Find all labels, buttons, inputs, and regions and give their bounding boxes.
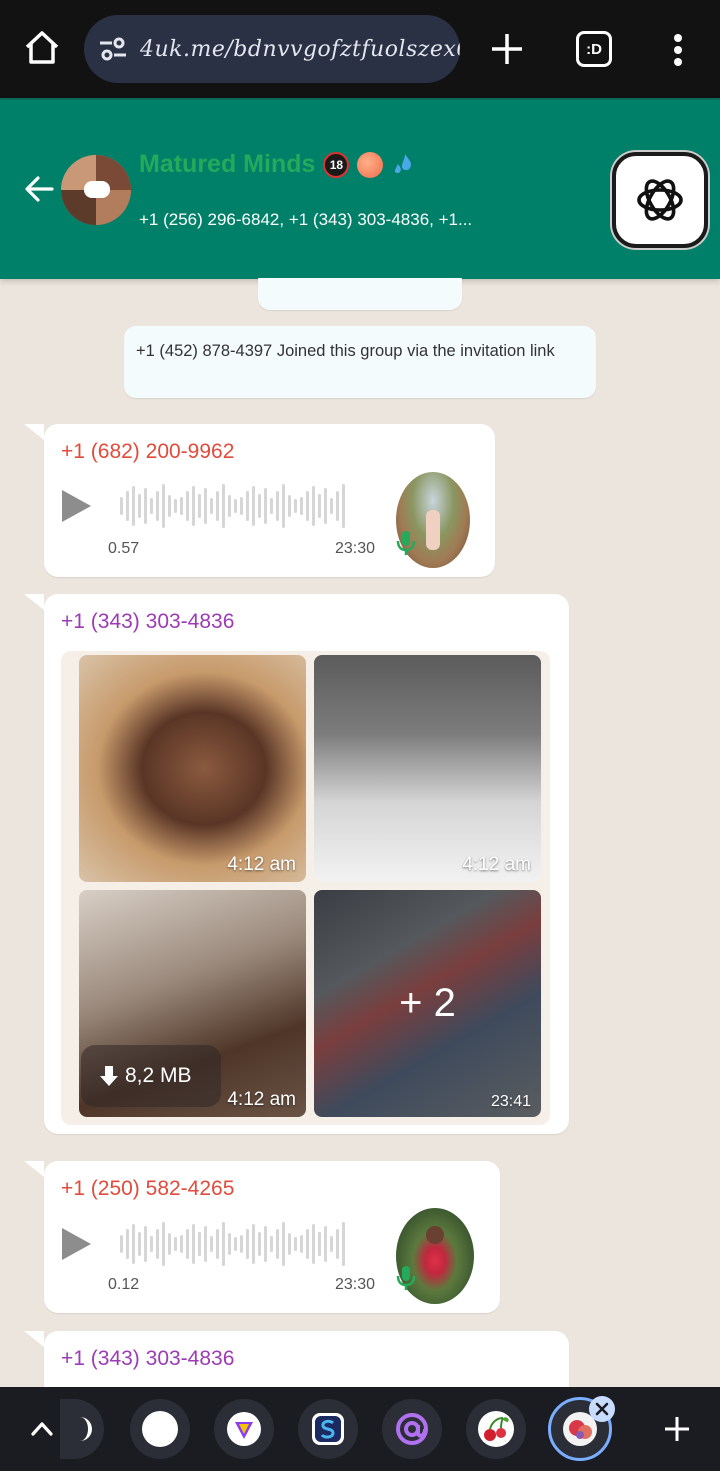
voice-duration: 0.57 [108,540,140,557]
system-message-partial [258,278,462,310]
tab-switcher-label: :D [586,40,602,58]
message-timestamp: 23:30 [335,540,376,557]
tab-switcher-button[interactable]: :D [576,31,612,67]
media-album: 4:12 am 4:12 am 8,2 MB 4:12 am + 2 23:41 [61,651,550,1125]
message-timestamp: 23:30 [335,1276,376,1293]
media-thumbnail[interactable]: 4:12 am [79,655,306,882]
voice-waveform[interactable] [120,1222,345,1266]
back-arrow-icon[interactable] [22,172,56,206]
microphone-icon [396,1266,416,1290]
media-timestamp: 23:41 [490,1093,531,1110]
tab-white-circle[interactable] [130,1399,190,1459]
vpn-shield-icon [227,1412,261,1446]
url-text[interactable]: 4uk.me/bdnvvgofztfuolszex0cl [140,37,460,62]
video-file-size: 8,2 MB [125,1064,192,1087]
circle-icon [142,1411,178,1447]
media-thumbnail[interactable]: 4:12 am [314,655,541,882]
group-members-list[interactable]: +1 (256) 296-6842, +1 (343) 303-4836, +1… [139,210,472,230]
play-icon[interactable] [60,489,92,523]
chatgpt-button[interactable] [612,152,708,248]
system-message-text: +1 (452) 878-4397 Joined this group via … [136,342,555,360]
home-icon[interactable] [22,28,62,68]
media-timestamp: 4:12 am [462,854,531,875]
tab-cherry[interactable] [466,1399,526,1459]
chevron-up-icon[interactable] [28,1415,56,1443]
group-title[interactable]: Matured Minds 18 [139,150,417,179]
chat-header: Matured Minds 18 +1 (256) 296-6842, +1 (… [0,98,720,279]
overflow-menu-icon[interactable] [664,30,692,70]
voice-message[interactable]: +1 (682) 200-9962 0.57 23:30 [24,424,495,577]
microphone-icon [396,531,416,555]
partial-message[interactable]: +1 (343) 303-4836 [24,1331,569,1391]
cherry-icon [478,1411,514,1447]
partial-tab-icon[interactable] [60,1399,104,1459]
play-icon[interactable] [60,1227,92,1261]
at-sign-icon [396,1413,428,1445]
sender-name[interactable]: +1 (682) 200-9962 [61,440,234,464]
openai-logo-icon [637,179,683,221]
site-settings-icon[interactable] [96,32,130,66]
address-bar[interactable]: 4uk.me/bdnvvgofztfuolszex0cl [84,15,460,83]
tab-s-app[interactable] [298,1399,358,1459]
sender-name[interactable]: +1 (250) 582-4265 [61,1177,234,1201]
peach-emoji-icon [357,151,384,178]
download-arrow-icon [100,1066,118,1086]
adult-18-emoji-icon: 18 [323,151,350,178]
sender-name[interactable]: +1 (343) 303-4836 [61,610,234,634]
download-button[interactable]: 8,2 MB [81,1045,221,1107]
media-album-message[interactable]: +1 (343) 303-4836 4:12 am 4:12 am 8,2 MB… [24,594,569,1134]
sender-name[interactable]: +1 (343) 303-4836 [61,1347,234,1371]
browser-toolbar: 4uk.me/bdnvvgofztfuolszex0cl :D [0,0,720,98]
group-name: Matured Minds [139,150,316,178]
close-tab-icon[interactable] [589,1396,615,1422]
voice-duration: 0.12 [108,1276,140,1293]
more-media-count: + 2 [399,981,456,1025]
new-tab-icon[interactable] [663,1415,691,1443]
s-app-icon [312,1413,344,1445]
tab-at-mail[interactable] [382,1399,442,1459]
bottom-tab-bar [0,1387,720,1471]
tab-vpn[interactable] [214,1399,274,1459]
media-more-thumbnail[interactable]: + 2 23:41 [314,890,541,1117]
video-thumbnail[interactable]: 8,2 MB 4:12 am [79,890,306,1117]
group-avatar[interactable] [61,155,131,225]
new-tab-plus-icon[interactable] [488,30,526,68]
voice-waveform[interactable] [120,484,345,528]
system-message: +1 (452) 878-4397 Joined this group via … [124,326,596,398]
voice-message[interactable]: +1 (250) 582-4265 0.12 23:30 [24,1161,500,1313]
media-timestamp: 4:12 am [227,1089,296,1110]
sweat-droplets-emoji-icon [395,153,412,173]
media-timestamp: 4:12 am [227,854,296,875]
